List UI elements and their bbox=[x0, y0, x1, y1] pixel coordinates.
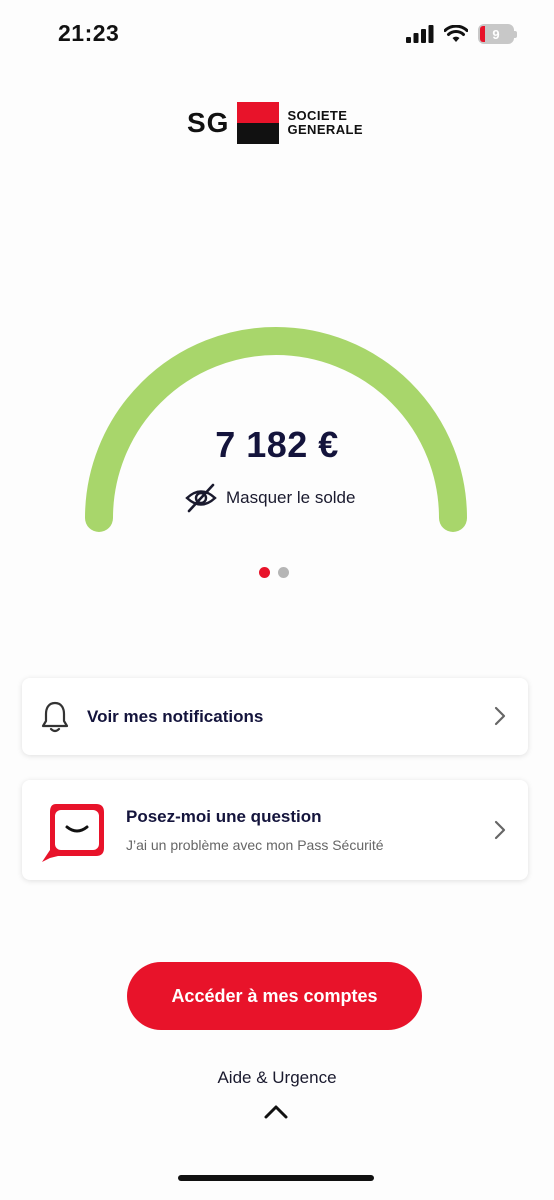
status-time: 21:23 bbox=[58, 20, 120, 46]
balance-amount: 7 182 € bbox=[215, 424, 339, 465]
signal-icon bbox=[406, 25, 434, 43]
logo-flag-icon bbox=[237, 102, 280, 144]
home-indicator[interactable] bbox=[178, 1175, 374, 1181]
battery-level: 9 bbox=[492, 26, 500, 42]
access-accounts-button[interactable]: Accéder à mes comptes bbox=[127, 962, 422, 1030]
logo-name-line1: SOCIETE bbox=[287, 108, 348, 123]
hide-balance-toggle[interactable]: Masquer le solde bbox=[184, 483, 355, 513]
societe-generale-logo: SG SOCIETE GENERALE bbox=[187, 102, 363, 144]
home-screen: 21:23 9 SG SOCIETE GENERALE 7 182 € Masq… bbox=[0, 0, 554, 1200]
status-bar: 21:23 9 bbox=[0, 0, 554, 70]
battery-icon: 9 bbox=[478, 24, 517, 44]
notifications-title: Voir mes notifications bbox=[87, 707, 264, 726]
bell-icon bbox=[41, 701, 69, 733]
logo-name-line2: GENERALE bbox=[287, 122, 363, 137]
wifi-icon bbox=[444, 25, 468, 42]
chevron-right-icon bbox=[494, 820, 506, 840]
help-emergency-link[interactable]: Aide & Urgence bbox=[0, 1068, 554, 1088]
pager-dots bbox=[259, 567, 289, 578]
notifications-card[interactable]: Voir mes notifications bbox=[22, 678, 528, 755]
logo-sg-text: SG bbox=[187, 107, 230, 138]
chevron-up-icon[interactable] bbox=[263, 1104, 289, 1120]
logo-name: SOCIETE GENERALE bbox=[287, 109, 362, 137]
eye-slash-icon bbox=[185, 483, 217, 513]
chevron-right-icon bbox=[494, 706, 506, 726]
pager-dot-2[interactable] bbox=[278, 567, 289, 578]
chat-bubble-icon bbox=[42, 804, 104, 862]
hide-balance-label: Masquer le solde bbox=[226, 488, 356, 507]
status-icons: 9 bbox=[406, 24, 517, 44]
question-title: Posez-moi une question bbox=[126, 807, 322, 826]
question-card[interactable]: Posez-moi une question J’ai un problème … bbox=[22, 780, 528, 880]
question-subtitle: J’ai un problème avec mon Pass Sécurité bbox=[126, 837, 384, 853]
pager-dot-1[interactable] bbox=[259, 567, 270, 578]
